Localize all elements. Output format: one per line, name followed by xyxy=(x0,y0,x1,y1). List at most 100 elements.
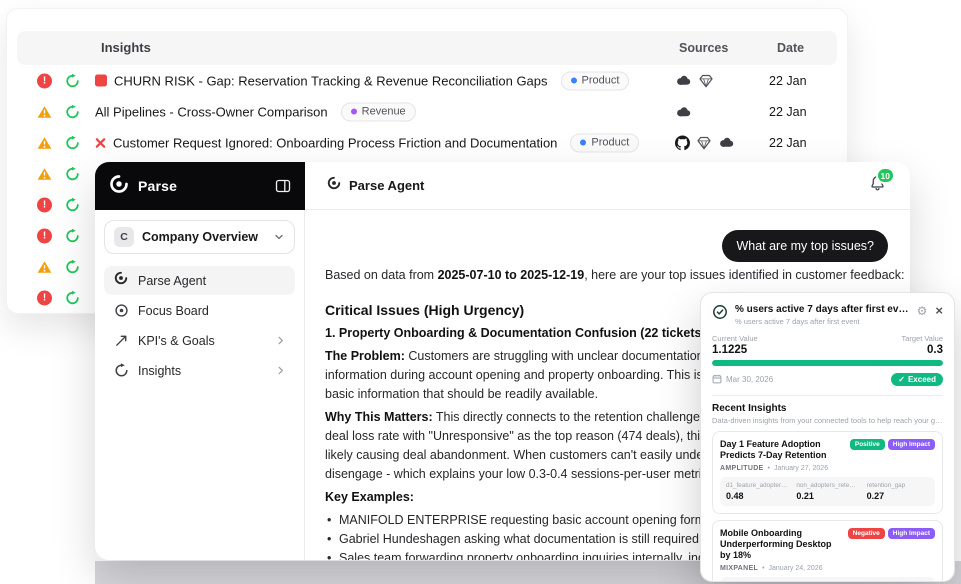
kpi-insight-list: Day 1 Feature Adoption Predicts 7-Day Re… xyxy=(712,431,943,582)
agent-text-block: Based on data from 2025-07-10 to 2025-12… xyxy=(325,266,905,285)
alert-error-icon: ! xyxy=(37,197,52,212)
column-header-date: Date xyxy=(777,41,804,55)
insights-icon xyxy=(114,363,129,378)
insight-title: CHURN RISK - Gap: Reservation Tracking &… xyxy=(95,71,629,90)
impact-badge: High Impact xyxy=(888,528,935,539)
parse-agent-icon xyxy=(327,176,341,195)
insight-card[interactable]: Mobile Onboarding Underperforming Deskto… xyxy=(712,520,943,582)
kpi-date-text: Mar 30, 2026 xyxy=(726,375,773,384)
metric: retention_gap0.27 xyxy=(867,482,929,501)
insight-card[interactable]: Day 1 Feature Adoption Predicts 7-Day Re… xyxy=(712,431,943,514)
kpi-goals-icon xyxy=(114,333,129,348)
divider xyxy=(712,395,943,396)
gem-icon xyxy=(697,136,711,149)
kpi-stats: Current Value 1.1225 Target Value 0.3 xyxy=(712,334,943,356)
agent-text-line: Based on data from 2025-07-10 to 2025-12… xyxy=(325,266,905,285)
status-badge: ✓ Exceed xyxy=(891,373,943,386)
target-value: 0.3 xyxy=(901,344,943,356)
company-selector[interactable]: C Company Overview xyxy=(104,220,295,254)
refresh-icon xyxy=(65,166,80,181)
gear-icon[interactable]: ⚙ xyxy=(917,305,928,317)
sidebar-nav: Parse Agent Focus Board KPI's & Goals Insig… xyxy=(104,266,295,385)
alert-warning-icon xyxy=(37,105,52,118)
page-title: Parse Agent xyxy=(349,178,424,193)
category-tag: Revenue xyxy=(341,102,416,121)
kpi-subtitle: % users active 7 days after first event xyxy=(735,317,910,326)
insight-source: MIXPANEL•January 24, 2026 xyxy=(720,565,935,572)
refresh-icon xyxy=(65,104,80,119)
calendar-icon xyxy=(712,374,722,386)
chevron-right-icon xyxy=(275,335,286,346)
company-name: Company Overview xyxy=(142,230,258,244)
insight-card-title: Mobile Onboarding Underperforming Deskto… xyxy=(720,528,842,561)
refresh-icon xyxy=(65,73,80,88)
close-icon[interactable]: × xyxy=(935,304,943,317)
screen: Insights Sources Date ! CHURN RISK - Gap:… xyxy=(0,0,961,584)
insight-date: 22 Jan xyxy=(769,105,807,119)
gem-icon xyxy=(699,74,713,87)
insight-row[interactable]: All Pipelines - Cross-Owner ComparisonRe… xyxy=(7,96,847,127)
tag-dot xyxy=(351,109,357,115)
goal-check-icon xyxy=(712,304,728,325)
salesforce-icon xyxy=(718,137,735,149)
sidebar-item-insights[interactable]: Insights xyxy=(104,356,295,385)
refresh-icon xyxy=(65,135,80,150)
sidebar-header: Parse xyxy=(95,162,305,210)
alert-error-icon: ! xyxy=(37,73,52,88)
focus-board-icon xyxy=(114,303,129,318)
refresh-icon xyxy=(65,290,80,305)
red-x-icon xyxy=(95,137,106,148)
github-icon xyxy=(675,135,690,150)
column-header-insights: Insights xyxy=(101,40,151,55)
recent-insights-title: Recent Insights xyxy=(712,403,943,414)
insight-row[interactable]: Customer Request Ignored: Onboarding Pro… xyxy=(7,127,847,158)
refresh-icon xyxy=(65,197,80,212)
insight-metrics: mobile_d7_retention0.24desktop_d7_retent… xyxy=(720,577,935,582)
source-icons xyxy=(675,135,735,150)
chevron-down-icon xyxy=(273,231,285,243)
category-tag: Product xyxy=(561,71,630,90)
refresh-icon xyxy=(65,228,80,243)
current-value: 1.1225 xyxy=(712,344,758,356)
impact-badge: High Impact xyxy=(888,439,935,450)
alert-warning-icon xyxy=(37,260,52,273)
sidebar-item-label: Focus Board xyxy=(138,304,209,318)
sidebar-item-label: Insights xyxy=(138,364,181,378)
sidebar-item-parse-agent[interactable]: Parse Agent xyxy=(104,266,295,295)
check-icon: ✓ xyxy=(898,375,905,384)
alert-warning-icon xyxy=(37,136,52,149)
chevron-right-icon xyxy=(275,365,286,376)
insight-date: 22 Jan xyxy=(769,74,807,88)
sentiment-badge: Positive xyxy=(850,439,885,450)
insight-card-title: Day 1 Feature Adoption Predicts 7-Day Re… xyxy=(720,439,844,461)
current-value-label: Current Value xyxy=(712,334,758,343)
status-label: Exceed xyxy=(908,375,936,384)
sidebar-item-label: KPI's & Goals xyxy=(138,334,215,348)
insight-title: All Pipelines - Cross-Owner ComparisonRe… xyxy=(95,102,416,121)
kpi-progress-fill xyxy=(712,360,943,366)
kpi-title: % users active 7 days after first event xyxy=(735,304,910,315)
target-value-label: Target Value xyxy=(901,334,943,343)
salesforce-icon xyxy=(675,75,692,87)
insight-title: Customer Request Ignored: Onboarding Pro… xyxy=(95,133,639,152)
sidebar-item-focus-board[interactable]: Focus Board xyxy=(104,296,295,325)
insight-row[interactable]: ! CHURN RISK - Gap: Reservation Tracking … xyxy=(7,65,847,96)
kpi-meta: Mar 30, 2026 ✓ Exceed xyxy=(712,373,943,386)
kpi-detail-card: % users active 7 days after first event … xyxy=(700,292,955,582)
company-avatar: C xyxy=(114,227,134,247)
kpi-header: % users active 7 days after first event … xyxy=(712,304,943,326)
column-header-sources: Sources xyxy=(679,41,728,55)
alert-error-icon: ! xyxy=(37,290,52,305)
refresh-icon xyxy=(65,259,80,274)
alert-error-icon: ! xyxy=(37,228,52,243)
sidebar-collapse-icon[interactable] xyxy=(275,178,291,194)
kpi-target-date: Mar 30, 2026 xyxy=(712,374,773,386)
notifications-button[interactable]: 10 xyxy=(869,174,886,197)
sentiment-badge: Negative xyxy=(848,528,885,539)
metric: non_adopters_retention0.21 xyxy=(796,482,858,501)
sidebar: C Company Overview Parse Agent Focus Boar… xyxy=(95,210,305,560)
insight-date: 22 Jan xyxy=(769,136,807,150)
sidebar-item-kpi-s-goals[interactable]: KPI's & Goals xyxy=(104,326,295,355)
user-message-bubble: What are my top issues? xyxy=(722,230,888,262)
category-tag: Product xyxy=(570,133,639,152)
